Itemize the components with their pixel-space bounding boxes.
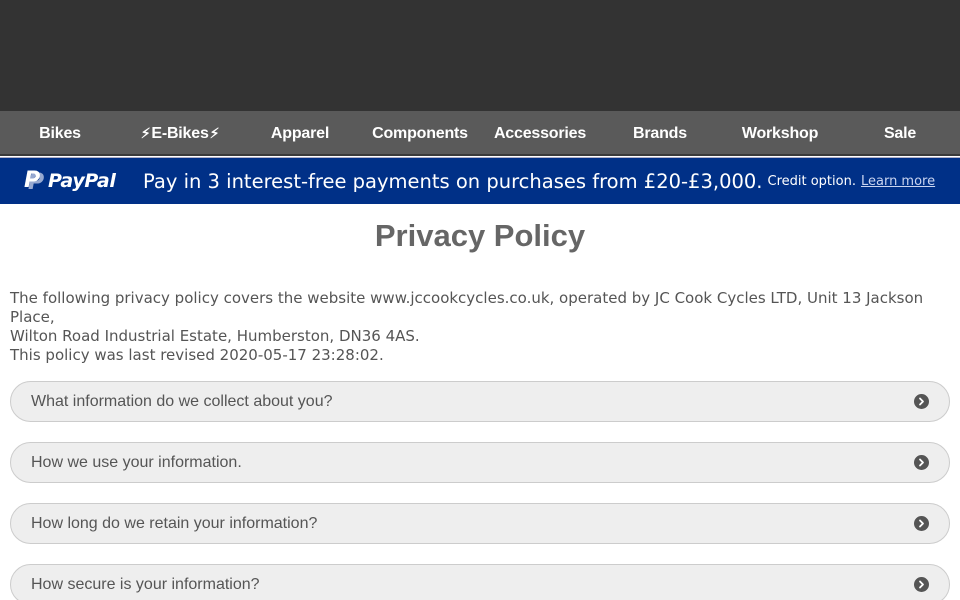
nav-item-label: Brands bbox=[633, 124, 687, 142]
nav-item-label: Apparel bbox=[270, 124, 330, 142]
paypal-learn-more-link[interactable]: Learn more bbox=[861, 174, 935, 189]
nav-item-sale[interactable]: Sale bbox=[840, 111, 960, 156]
nav-item-label: Sale bbox=[883, 124, 917, 142]
nav-item-label: Bikes bbox=[39, 124, 81, 142]
lightning-bolt-icon: ⚡︎ bbox=[209, 125, 220, 141]
accordion-item-secure[interactable]: How secure is your information? bbox=[10, 564, 950, 600]
nav-item-label: E-Bikes bbox=[151, 124, 209, 142]
accordion-label: How secure is your information? bbox=[31, 575, 260, 593]
paypal-credit-text: Credit option. bbox=[767, 173, 856, 189]
nav-item-label: Accessories bbox=[493, 124, 587, 142]
chevron-right-circle-icon bbox=[914, 455, 929, 470]
paypal-logo: PP PayPal bbox=[24, 168, 142, 195]
site-header bbox=[0, 0, 960, 111]
intro-line: The following privacy policy covers the … bbox=[10, 289, 924, 326]
accordion-label: How long do we retain your information? bbox=[31, 514, 318, 532]
main-nav: Bikes ⚡︎ E-Bikes ⚡︎ Apparel Components A… bbox=[0, 111, 960, 156]
lightning-bolt-icon: ⚡︎ bbox=[140, 125, 151, 141]
accordion-label: How we use your information. bbox=[31, 453, 242, 471]
intro-paragraph: The following privacy policy covers the … bbox=[10, 289, 950, 346]
chevron-right-circle-icon bbox=[914, 577, 929, 592]
intro-line: Wilton Road Industrial Estate, Humbersto… bbox=[10, 327, 420, 345]
chevron-right-circle-icon bbox=[914, 516, 929, 531]
nav-item-brands[interactable]: Brands bbox=[600, 111, 720, 156]
nav-item-e-bikes[interactable]: ⚡︎ E-Bikes ⚡︎ bbox=[120, 111, 240, 156]
nav-item-bikes[interactable]: Bikes bbox=[0, 111, 120, 156]
nav-item-apparel[interactable]: Apparel bbox=[240, 111, 360, 156]
paypal-icon: PP bbox=[24, 168, 45, 195]
accordion-item-use[interactable]: How we use your information. bbox=[10, 442, 950, 483]
nav-item-label: Workshop bbox=[741, 124, 819, 142]
nav-item-accessories[interactable]: Accessories bbox=[480, 111, 600, 156]
accordion-label: What information do we collect about you… bbox=[31, 392, 333, 410]
nav-item-workshop[interactable]: Workshop bbox=[720, 111, 840, 156]
paypal-message: Pay in 3 interest-free payments on purch… bbox=[143, 169, 763, 193]
chevron-right-circle-icon bbox=[914, 394, 929, 409]
accordion-item-collect[interactable]: What information do we collect about you… bbox=[10, 381, 950, 422]
nav-item-label: Components bbox=[372, 124, 468, 142]
paypal-banner: PP PayPal Pay in 3 interest-free payment… bbox=[0, 157, 960, 204]
accordion-item-retain[interactable]: How long do we retain your information? bbox=[10, 503, 950, 544]
paypal-logo-text: PayPal bbox=[48, 170, 116, 192]
page-title: Privacy Policy bbox=[374, 218, 586, 253]
revised-date-text: This policy was last revised 2020-05-17 … bbox=[10, 346, 384, 364]
nav-item-components[interactable]: Components bbox=[360, 111, 480, 156]
